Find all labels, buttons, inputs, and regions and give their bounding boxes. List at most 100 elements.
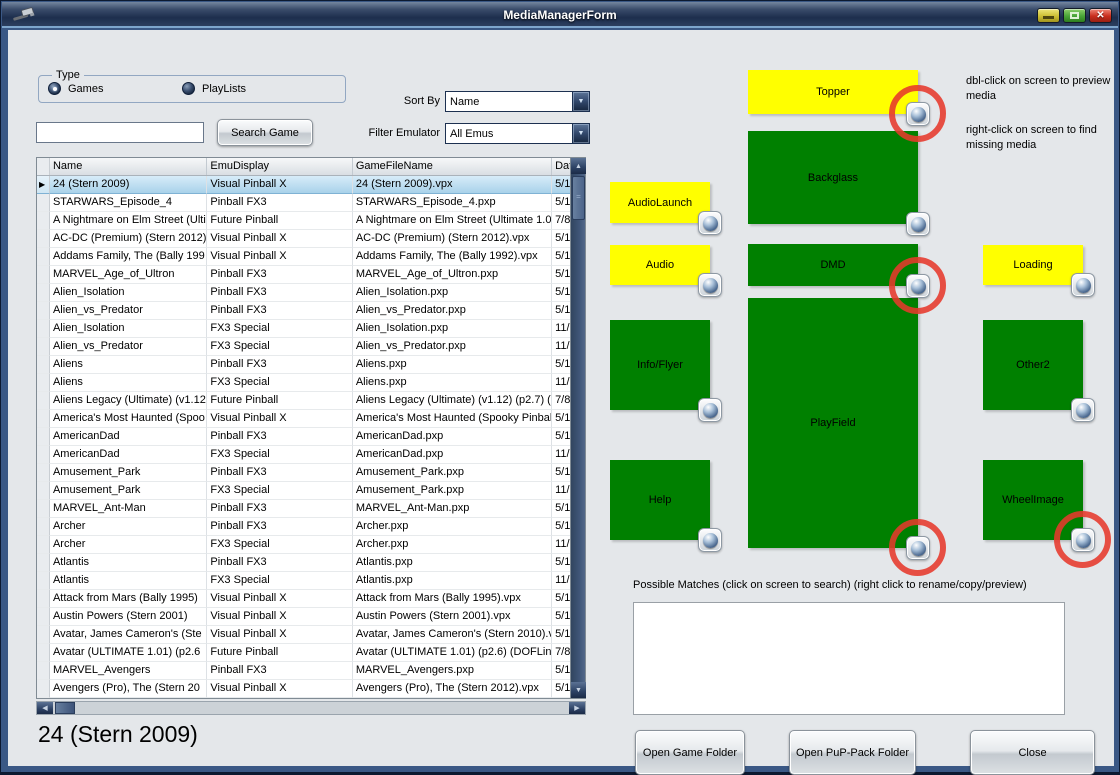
preview-orb-button[interactable] [906, 102, 930, 126]
preview-orb-button[interactable] [698, 528, 722, 552]
grid-row[interactable]: Avengers (Pro), The (Stern 20Visual Pinb… [37, 680, 570, 698]
grid-row[interactable]: Attack from Mars (Bally 1995)Visual Pinb… [37, 590, 570, 608]
media-slot-help[interactable]: Help [610, 460, 710, 540]
media-slot-loading[interactable]: Loading [983, 245, 1083, 285]
cell-gamefilename: Archer.pxp [353, 518, 552, 536]
cell-gamefilename: MARVEL_Ant-Man.pxp [353, 500, 552, 518]
vertical-scroll-thumb[interactable]: = [572, 176, 585, 220]
cell-emudisplay: Pinball FX3 [207, 284, 352, 302]
scroll-up-icon[interactable]: ▲ [571, 158, 586, 174]
preview-orb-button[interactable] [698, 273, 722, 297]
media-slot-label: Other2 [1016, 359, 1050, 371]
grid-row[interactable]: Amusement_ParkFX3 SpecialAmusement_Park.… [37, 482, 570, 500]
grid-row[interactable]: MARVEL_Age_of_UltronPinball FX3MARVEL_Ag… [37, 266, 570, 284]
preview-orb-button[interactable] [906, 274, 930, 298]
radio-playlists[interactable]: PlayLists [182, 82, 246, 95]
cell-name: Avatar, James Cameron's (Ste [50, 626, 207, 644]
cell-name: MARVEL_Ant-Man [50, 500, 207, 518]
row-marker-cell [37, 446, 50, 464]
column-header-gamefilename[interactable]: GameFileName [353, 158, 552, 175]
vertical-scrollbar[interactable]: ▲ = ▼ [570, 158, 585, 698]
preview-orb-button[interactable] [906, 536, 930, 560]
media-slot-infoflyer[interactable]: Info/Flyer [610, 320, 710, 410]
titlebar[interactable]: MediaManagerForm ✕ [2, 2, 1118, 28]
chevron-down-icon[interactable]: ▼ [572, 124, 589, 143]
close-button[interactable]: Close [970, 730, 1095, 775]
scroll-right-icon[interactable]: ▶ [569, 702, 585, 714]
grid-row[interactable]: AC-DC (Premium) (Stern 2012)Visual Pinba… [37, 230, 570, 248]
media-slot-audiolaunch[interactable]: AudioLaunch [610, 182, 710, 223]
grid-row[interactable]: Amusement_ParkPinball FX3Amusement_Park.… [37, 464, 570, 482]
grid-row[interactable]: Austin Powers (Stern 2001)Visual Pinball… [37, 608, 570, 626]
cell-gamefilename: 24 (Stern 2009).vpx [353, 176, 552, 194]
scroll-down-icon[interactable]: ▼ [571, 682, 586, 698]
cell-gamefilename: Alien_Isolation.pxp [353, 320, 552, 338]
grid-row[interactable]: ▶24 (Stern 2009)Visual Pinball X24 (Ster… [37, 176, 570, 194]
filter-emulator-select[interactable]: All Emus ▼ [445, 123, 590, 144]
media-slot-backglass[interactable]: Backglass [748, 131, 918, 224]
grid-row[interactable]: Alien_vs_PredatorFX3 SpecialAlien_vs_Pre… [37, 338, 570, 356]
grid-row[interactable]: MARVEL_Ant-ManPinball FX3MARVEL_Ant-Man.… [37, 500, 570, 518]
open-pup-pack-folder-button[interactable]: Open PuP-Pack Folder [789, 730, 916, 775]
column-header-date[interactable]: Dat [552, 158, 570, 175]
grid-row[interactable]: AliensPinball FX3Aliens.pxp5/1 [37, 356, 570, 374]
grid-row[interactable]: Avatar (ULTIMATE 1.01) (p2.6Future Pinba… [37, 644, 570, 662]
possible-matches-box[interactable] [633, 602, 1065, 715]
cell-gamefilename: Avatar, James Cameron's (Stern 2010).v [353, 626, 552, 644]
cell-date: 5/1 [552, 428, 570, 446]
cell-emudisplay: Future Pinball [207, 644, 352, 662]
horizontal-scroll-thumb[interactable] [55, 702, 75, 714]
cell-date: 11/ [552, 446, 570, 464]
cell-emudisplay: Future Pinball [207, 212, 352, 230]
close-window-button[interactable]: ✕ [1089, 8, 1112, 23]
grid-row[interactable]: AmericanDadPinball FX3AmericanDad.pxp5/1 [37, 428, 570, 446]
horizontal-scrollbar[interactable]: ◀ ▶ [36, 701, 586, 715]
globe-icon [911, 279, 926, 294]
grid-row[interactable]: Addams Family, The (Bally 199Visual Pinb… [37, 248, 570, 266]
grid-row[interactable]: MARVEL_AvengersPinball FX3MARVEL_Avenger… [37, 662, 570, 680]
grid-row[interactable]: ArcherFX3 SpecialArcher.pxp11/ [37, 536, 570, 554]
chevron-down-icon[interactable]: ▼ [572, 92, 589, 111]
grid-row[interactable]: A Nightmare on Elm Street (UltiFuture Pi… [37, 212, 570, 230]
row-marker-cell [37, 608, 50, 626]
search-game-button[interactable]: Search Game [217, 119, 313, 146]
grid-row[interactable]: Avatar, James Cameron's (SteVisual Pinba… [37, 626, 570, 644]
media-slot-other2[interactable]: Other2 [983, 320, 1083, 410]
grid-row[interactable]: Alien_IsolationFX3 SpecialAlien_Isolatio… [37, 320, 570, 338]
search-input[interactable] [36, 122, 204, 143]
row-marker-cell [37, 500, 50, 518]
media-slot-wheelimage[interactable]: WheelImage [983, 460, 1083, 540]
globe-icon [1076, 403, 1091, 418]
minimize-button[interactable] [1037, 8, 1060, 23]
media-slot-playfield[interactable]: PlayField [748, 298, 918, 548]
preview-orb-button[interactable] [1071, 398, 1095, 422]
grid-row[interactable]: AtlantisFX3 SpecialAtlantis.pxp11/ [37, 572, 570, 590]
scroll-left-icon[interactable]: ◀ [37, 702, 53, 714]
preview-orb-button[interactable] [698, 398, 722, 422]
column-header-name[interactable]: Name [50, 158, 207, 175]
cell-name: Atlantis [50, 572, 207, 590]
media-slot-audio[interactable]: Audio [610, 245, 710, 285]
maximize-button[interactable] [1063, 8, 1086, 23]
cell-gamefilename: Atlantis.pxp [353, 554, 552, 572]
grid-row[interactable]: Alien_vs_PredatorPinball FX3Alien_vs_Pre… [37, 302, 570, 320]
grid-row[interactable]: AliensFX3 SpecialAliens.pxp11/ [37, 374, 570, 392]
grid-row[interactable]: ArcherPinball FX3Archer.pxp5/1 [37, 518, 570, 536]
games-grid[interactable]: Name EmuDisplay GameFileName Dat ▶24 (St… [36, 157, 586, 699]
radio-games[interactable]: Games [48, 82, 103, 95]
open-game-folder-button[interactable]: Open Game Folder [635, 730, 745, 775]
sort-by-select[interactable]: Name ▼ [445, 91, 590, 112]
preview-orb-button[interactable] [1071, 528, 1095, 552]
grid-row[interactable]: STARWARS_Episode_4Pinball FX3STARWARS_Ep… [37, 194, 570, 212]
preview-orb-button[interactable] [906, 212, 930, 236]
grid-row[interactable]: America's Most Haunted (SpooVisual Pinba… [37, 410, 570, 428]
column-header-emudisplay[interactable]: EmuDisplay [207, 158, 352, 175]
preview-orb-button[interactable] [698, 211, 722, 235]
grid-row[interactable]: AtlantisPinball FX3Atlantis.pxp5/1 [37, 554, 570, 572]
media-slot-topper[interactable]: Topper [748, 70, 918, 114]
grid-row[interactable]: Alien_IsolationPinball FX3Alien_Isolatio… [37, 284, 570, 302]
grid-row[interactable]: Aliens Legacy (Ultimate) (v1.12Future Pi… [37, 392, 570, 410]
grid-row[interactable]: AmericanDadFX3 SpecialAmericanDad.pxp11/ [37, 446, 570, 464]
preview-orb-button[interactable] [1071, 273, 1095, 297]
media-slot-dmd[interactable]: DMD [748, 244, 918, 286]
